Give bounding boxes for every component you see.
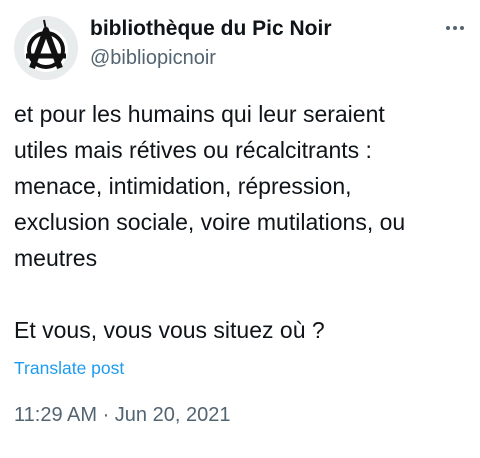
more-options-button[interactable] (440, 16, 470, 40)
post-text: et pour les humains qui leur seraient ut… (14, 101, 406, 343)
translate-post-link[interactable]: Translate post (14, 358, 124, 379)
author-names: bibliothèque du Pic Noir @bibliopicnoir (90, 16, 332, 71)
anarchy-a-icon (14, 16, 78, 80)
more-horizontal-icon (446, 26, 450, 30)
author-handle[interactable]: @bibliopicnoir (90, 45, 332, 71)
post-header: bibliothèque du Pic Noir @bibliopicnoir (14, 12, 470, 80)
more-horizontal-icon (453, 26, 457, 30)
author-display-name[interactable]: bibliothèque du Pic Noir (90, 16, 332, 42)
more-horizontal-icon (460, 26, 464, 30)
post-timestamp[interactable]: 11:29 AM · Jun 20, 2021 (14, 404, 230, 427)
avatar[interactable] (14, 16, 78, 80)
post-card: bibliothèque du Pic Noir @bibliopicnoir … (0, 0, 480, 458)
